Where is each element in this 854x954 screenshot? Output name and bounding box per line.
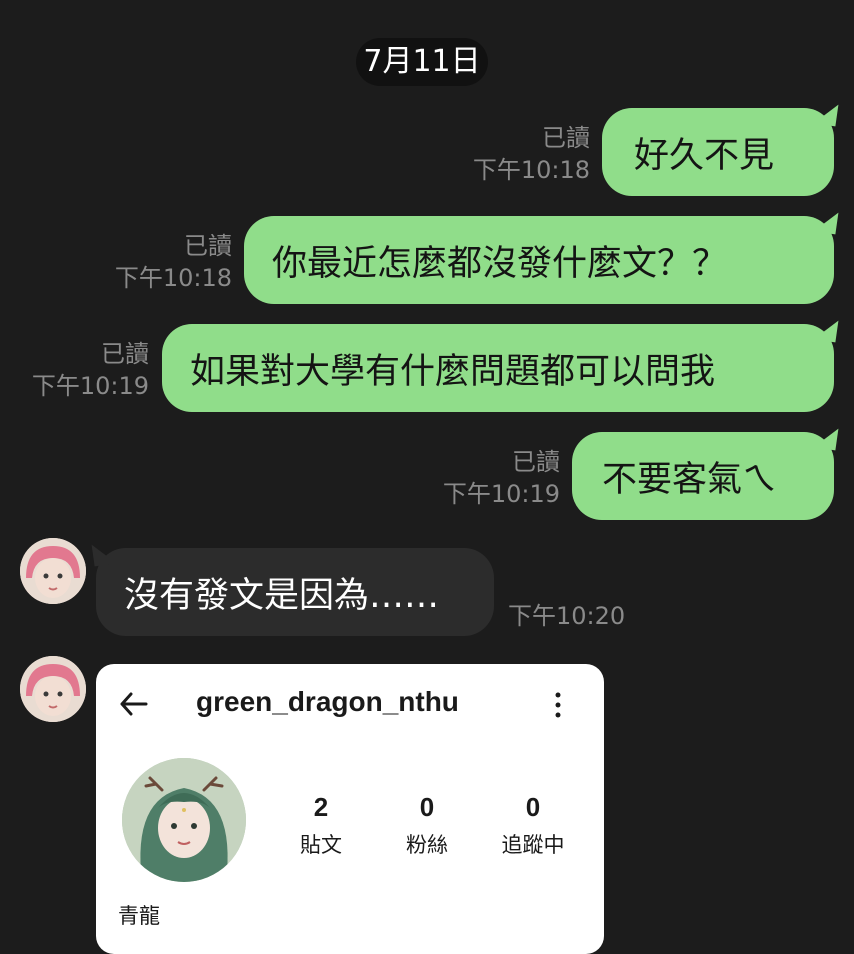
message-meta: 已讀 下午10:19 [0,338,149,402]
incoming-message[interactable]: 沒有發文是因為…… [96,548,494,636]
message-time: 下午10:19 [442,480,560,508]
profile-picture[interactable] [122,758,246,882]
read-receipt: 已讀 [184,232,232,260]
message-meta: 已讀 下午10:18 [440,122,590,186]
stat-label: 貼文 [300,833,342,857]
outgoing-message[interactable]: 你最近怎麼都沒發什麼文？？ [244,216,834,304]
stat-value: 0 [525,792,541,822]
message-text: 好久不見 [634,135,775,176]
read-receipt: 已讀 [542,124,590,152]
message-time: 下午10:18 [472,156,590,184]
message-text: 不要客氣ㄟ [602,459,778,500]
stat-label: 粉絲 [406,833,448,857]
contact-avatar[interactable] [20,538,86,604]
message-time: 下午10:20 [508,602,626,630]
more-options-icon[interactable] [548,688,568,722]
read-receipt: 已讀 [101,340,149,368]
message-meta: 已讀 下午10:19 [410,446,560,510]
outgoing-message[interactable]: 好久不見 [602,108,834,196]
read-receipt: 已讀 [512,448,560,476]
contact-avatar[interactable] [20,656,86,722]
stat-followers[interactable]: 0 粉絲 [372,792,482,859]
message-text: 沒有發文是因為…… [124,575,440,616]
message-meta: 已讀 下午10:18 [82,230,232,294]
outgoing-message[interactable]: 如果對大學有什麼問題都可以問我 [162,324,834,412]
stat-following[interactable]: 0 追蹤中 [478,792,588,859]
date-separator: 7月11日 [356,38,488,86]
message-text: 如果對大學有什麼問題都可以問我 [190,351,716,392]
outgoing-message[interactable]: 不要客氣ㄟ [572,432,834,520]
stat-label: 追蹤中 [501,833,565,857]
back-arrow-icon[interactable] [116,686,152,722]
message-time: 下午10:18 [114,264,232,292]
profile-display-name: 青龍 [118,904,160,928]
message-time: 下午10:19 [31,372,149,400]
message-text: 你最近怎麼都沒發什麼文？？ [272,243,728,284]
profile-username: green_dragon_nthu [196,686,459,717]
stat-value: 2 [313,792,329,822]
stat-value: 0 [419,792,435,822]
shared-profile-card[interactable]: green_dragon_nthu 2 貼文 0 粉絲 0 追蹤中 青龍 [96,664,604,954]
stat-posts[interactable]: 2 貼文 [266,792,376,859]
